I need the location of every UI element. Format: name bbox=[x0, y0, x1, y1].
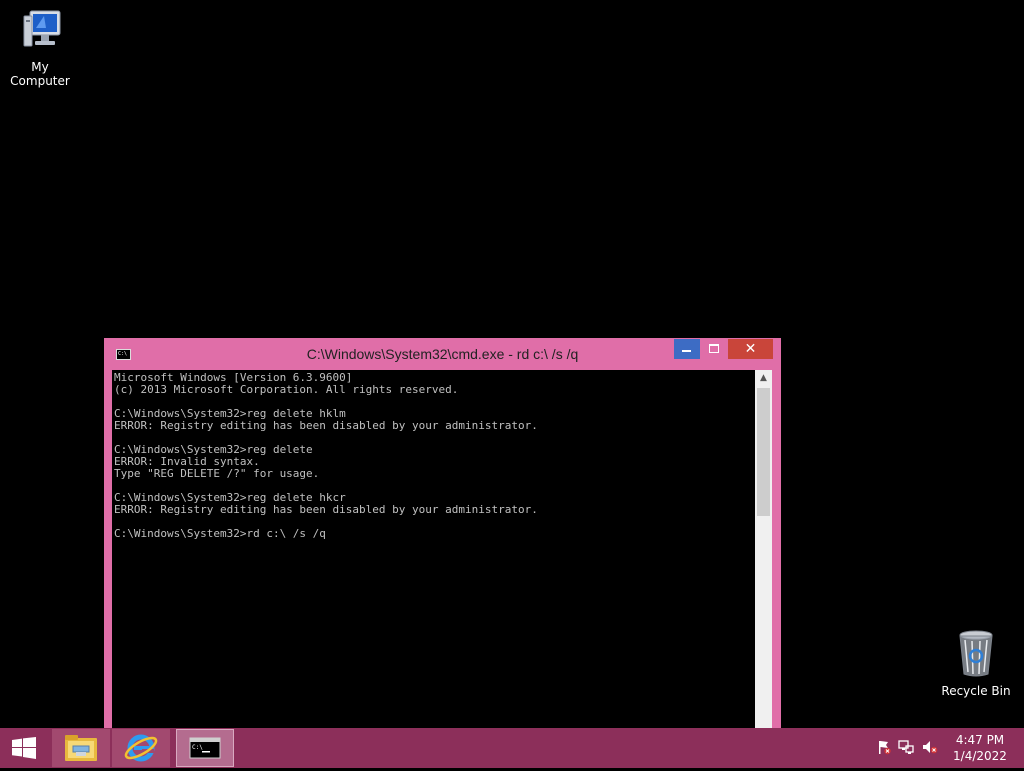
close-button[interactable]: ✕ bbox=[728, 339, 773, 359]
console-line: Type "REG DELETE /?" for usage. bbox=[114, 467, 320, 480]
cmd-window[interactable]: C:\ C:\Windows\System32\cmd.exe - rd c:\… bbox=[104, 338, 781, 738]
start-button[interactable] bbox=[0, 728, 50, 768]
clock-time: 4:47 PM bbox=[955, 733, 1005, 747]
minimize-button[interactable] bbox=[674, 339, 700, 359]
taskbar-command-prompt[interactable]: C:\ bbox=[176, 729, 234, 767]
svg-text:C:\: C:\ bbox=[192, 744, 203, 751]
recycle-bin-icon bbox=[959, 630, 993, 677]
scroll-up-arrow-icon[interactable]: ▲ bbox=[755, 370, 772, 387]
taskbar: C:\ 4:47 PM 1/4/2022 bbox=[0, 728, 1024, 768]
console-output[interactable]: Microsoft Windows [Version 6.3.9600] (c)… bbox=[112, 370, 755, 730]
desktop-icon-my-computer[interactable]: My Computer bbox=[0, 8, 80, 88]
scroll-thumb[interactable] bbox=[757, 388, 770, 516]
taskbar-clock[interactable]: 4:47 PM 1/4/2022 bbox=[940, 732, 1020, 764]
computer-icon bbox=[23, 10, 61, 47]
taskbar-internet-explorer[interactable] bbox=[112, 729, 170, 767]
network-icon[interactable] bbox=[898, 739, 914, 755]
desktop: My Computer Recycle Bin C:\ C:\Windows\S… bbox=[0, 0, 1024, 768]
action-center-flag-icon[interactable] bbox=[876, 739, 892, 755]
console-line: ERROR: Registry editing has been disable… bbox=[114, 419, 538, 432]
clock-date: 1/4/2022 bbox=[953, 749, 1007, 763]
command-prompt-icon: C:\ bbox=[189, 737, 221, 759]
internet-explorer-icon bbox=[124, 734, 158, 762]
file-explorer-icon bbox=[65, 735, 97, 761]
taskbar-file-explorer[interactable] bbox=[52, 729, 110, 767]
maximize-button[interactable] bbox=[701, 339, 727, 359]
console-line: C:\Windows\System32>rd c:\ /s /q bbox=[114, 527, 326, 540]
desktop-icon-recycle-bin[interactable]: Recycle Bin bbox=[936, 628, 1016, 698]
vertical-scrollbar[interactable]: ▲ bbox=[755, 370, 772, 730]
console-line: (c) 2013 Microsoft Corporation. All righ… bbox=[114, 383, 459, 396]
console-line: ERROR: Registry editing has been disable… bbox=[114, 503, 538, 516]
window-titlebar[interactable]: C:\ C:\Windows\System32\cmd.exe - rd c:\… bbox=[104, 338, 781, 370]
volume-muted-icon[interactable] bbox=[922, 739, 938, 755]
console-text: Microsoft Windows [Version 6.3.9600] (c)… bbox=[112, 370, 755, 540]
desktop-icon-label: My Computer bbox=[10, 60, 70, 88]
windows-logo-icon bbox=[12, 737, 36, 759]
desktop-icon-label: Recycle Bin bbox=[941, 684, 1011, 698]
